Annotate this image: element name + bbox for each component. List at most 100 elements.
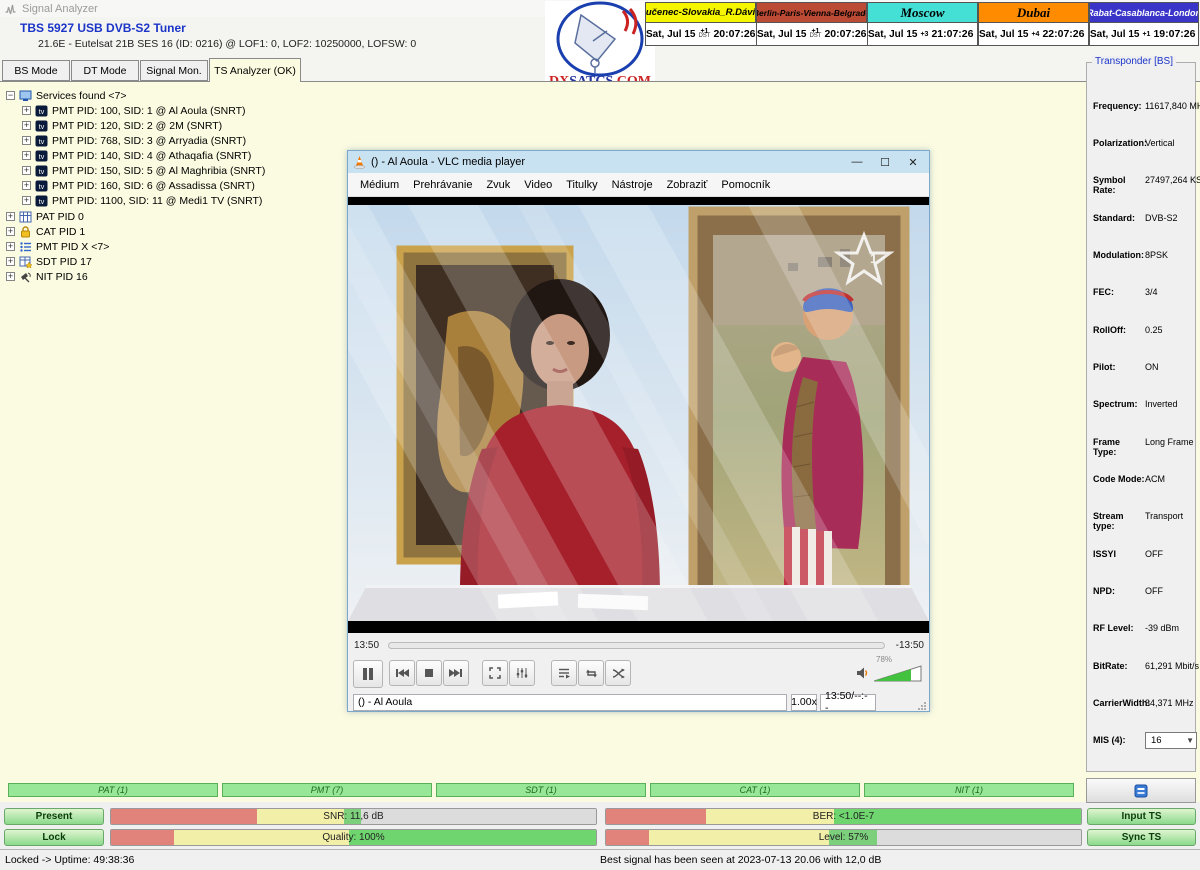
vlc-window-title: () - Al Aoula - VLC media player [371,156,525,168]
svg-text:tv: tv [39,154,45,161]
level-value: Level: 57% [605,829,1082,846]
menu-tools[interactable]: Nástroje [606,177,659,193]
clock-dst: DST [809,34,821,39]
signal-analyzer-window: Signal Analyzer TBS 5927 USB DVB-S2 Tune… [0,0,1200,870]
tree-item-service-3[interactable]: tv PMT PID: 768, SID: 3 @ Arryadia (SNRT… [22,133,246,148]
clock-date: Sat, Jul 15 [757,29,806,40]
mis-dropdown[interactable]: 16▼ [1145,732,1197,749]
expand-icon[interactable] [22,136,31,145]
svg-text:1: 1 [870,251,877,266]
expand-icon[interactable] [22,181,31,190]
tab-ts-analyzer[interactable]: TS Analyzer (OK) [209,58,301,82]
vlc-menubar: Médium Prehrávanie Zvuk Video Titulky Ná… [348,173,929,197]
collapse-icon[interactable] [6,91,15,100]
expand-icon[interactable] [6,212,15,221]
expand-icon[interactable] [6,257,15,266]
tree-item-pat[interactable]: PAT PID 0 [6,209,84,224]
stop-button[interactable] [416,660,442,686]
tree-item-services-root[interactable]: Services found <7> [6,88,126,103]
pause-button[interactable] [353,660,383,688]
fullscreen-button[interactable] [482,660,508,686]
tree-item-cat[interactable]: CAT PID 1 [6,224,85,239]
vlc-titlebar[interactable]: () - Al Aoula - VLC media player — ☐ ✕ [348,151,929,173]
field-label: RF Level: [1093,623,1145,633]
svg-text:tv: tv [39,184,45,191]
ber-value: BER: <1.0E-7 [605,808,1082,825]
equalizer-icon [516,667,528,679]
menu-help[interactable]: Pomocník [715,177,776,193]
clock-moscow: Moscow Sat, Jul 15+321:07:26 [867,2,978,46]
tab-dt-mode[interactable]: DT Mode [71,60,139,81]
tab-bs-mode[interactable]: BS Mode [2,60,70,81]
playlist-button[interactable] [551,660,577,686]
vlc-statusbar: () - Al Aoula 1.00x 13:50/--:-- [348,691,929,713]
clock-offset: +4 [1031,32,1039,37]
tree-item-sdt[interactable]: SDT PID 17 [6,254,92,269]
remaining-time: -13:50 [896,640,924,651]
menu-playback[interactable]: Prehrávanie [407,177,478,193]
maximize-icon[interactable]: ☐ [871,151,899,173]
present-indicator: Present [4,808,104,825]
tree-label: Services found <7> [36,90,126,102]
tree-item-pmt-x[interactable]: PMT PID X <7> [6,239,109,254]
svg-text:tv: tv [39,124,45,131]
tree-item-service-4[interactable]: tv PMT PID: 140, SID: 4 @ Athaqafia (SNR… [22,148,251,163]
equalizer-button[interactable] [509,660,535,686]
menu-medium[interactable]: Médium [354,177,405,193]
expand-icon[interactable] [22,166,31,175]
expand-icon[interactable] [6,272,15,281]
panel-action-button[interactable] [1086,778,1196,803]
expand-icon[interactable] [6,227,15,236]
tree-item-nit[interactable]: NIT PID 16 [6,269,88,284]
clock-rabat: Rabat-Casablanca-London Sat, Jul 15+119:… [1089,2,1199,46]
loop-button[interactable] [578,660,604,686]
expand-icon[interactable] [22,196,31,205]
now-playing-field[interactable]: () - Al Aoula [353,694,787,711]
tab-signal-mon[interactable]: Signal Mon. [140,60,208,81]
tree-label: NIT PID 16 [36,271,88,283]
vlc-cone-icon [353,155,366,169]
tree-item-service-7[interactable]: tv PMT PID: 1100, SID: 11 @ Medi1 TV (SN… [22,193,262,208]
previous-button[interactable] [389,660,415,686]
vlc-controls: 78% [348,657,929,691]
pid-bar-cat: CAT (1) [650,783,860,797]
speaker-icon[interactable] [856,666,868,680]
tv-icon: tv [35,150,48,162]
minimize-icon[interactable]: — [843,151,871,173]
menu-audio[interactable]: Zvuk [480,177,516,193]
elapsed-time: 13:50 [354,640,379,651]
shuffle-button[interactable] [605,660,631,686]
tree-item-service-1[interactable]: tv PMT PID: 100, SID: 1 @ Al Aoula (SNRT… [22,103,246,118]
signal-analyzer-icon [4,3,17,15]
tree-label: PMT PID X <7> [36,241,109,253]
tree-label: PMT PID: 100, SID: 1 @ Al Aoula (SNRT) [52,105,246,117]
tree-item-service-2[interactable]: tv PMT PID: 120, SID: 2 @ 2M (SNRT) [22,118,222,133]
playback-speed[interactable]: 1.00x [791,694,817,711]
field-value: ON [1145,362,1159,372]
vlc-window: () - Al Aoula - VLC media player — ☐ ✕ M… [347,150,930,712]
expand-icon[interactable] [22,106,31,115]
mis-label: MIS (4): [1093,735,1145,745]
svg-text:tv: tv [39,139,45,146]
menu-view[interactable]: Zobraziť [661,177,714,193]
next-button[interactable] [443,660,469,686]
cat-lock-icon [19,226,32,238]
tree-item-service-5[interactable]: tv PMT PID: 150, SID: 5 @ Al Maghribia (… [22,163,265,178]
menu-video[interactable]: Video [518,177,558,193]
tree-item-service-6[interactable]: tv PMT PID: 160, SID: 6 @ Assadissa (SNR… [22,178,255,193]
clock-time: 20:07:26 [824,28,866,40]
menu-subtitles[interactable]: Titulky [560,177,603,193]
clock-time: 20:07:26 [713,28,755,40]
fullscreen-icon [489,667,501,679]
field-value: OFF [1145,549,1163,559]
pid-bar-sdt: SDT (1) [436,783,646,797]
close-icon[interactable]: ✕ [899,151,927,173]
seek-slider[interactable] [388,642,885,649]
expand-icon[interactable] [22,121,31,130]
volume-slider[interactable] [874,665,922,682]
time-display[interactable]: 13:50/--:-- [820,694,876,711]
expand-icon[interactable] [6,242,15,251]
clock-time: 19:07:26 [1153,28,1195,40]
expand-icon[interactable] [22,151,31,160]
resize-grip[interactable] [917,701,927,711]
